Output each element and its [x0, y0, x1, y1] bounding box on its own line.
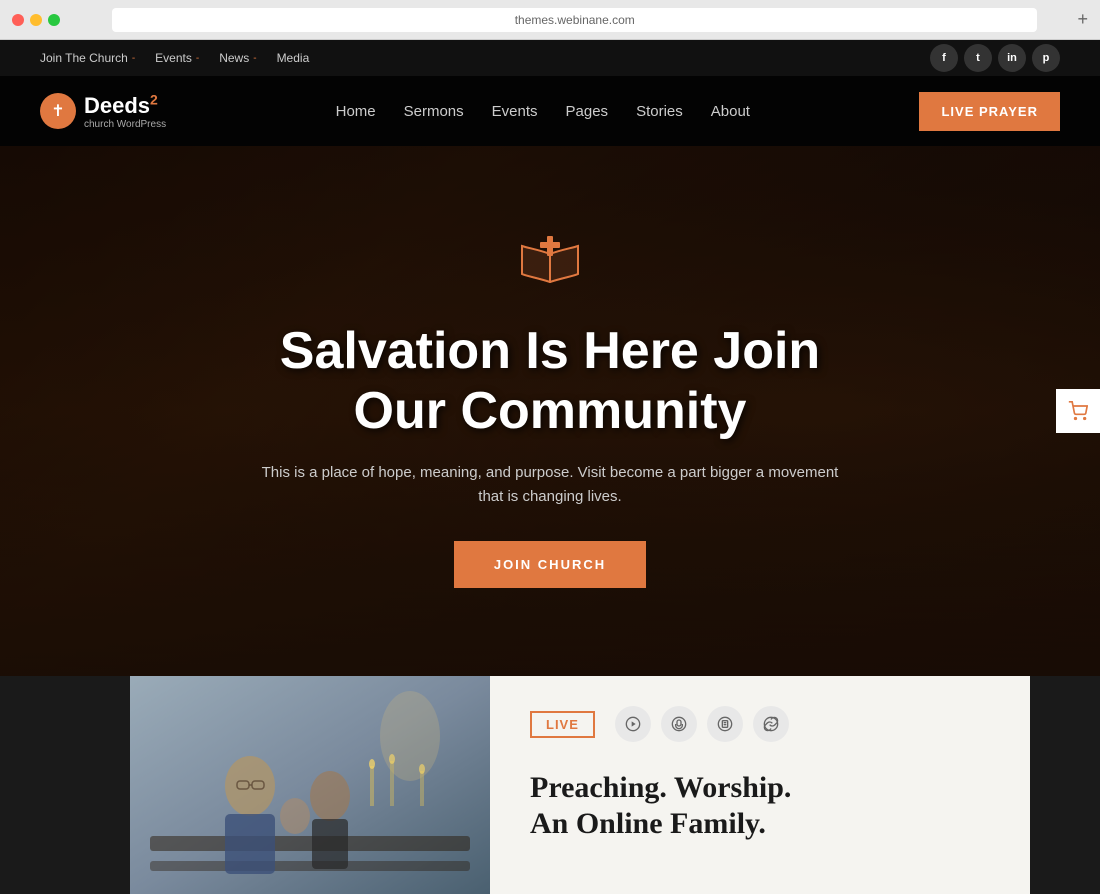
new-tab-button[interactable]: + — [1077, 9, 1088, 30]
video-icon[interactable] — [615, 706, 651, 742]
linkedin-icon[interactable]: in — [998, 44, 1026, 72]
logo-name: Deeds2 — [84, 93, 158, 118]
logo-subtitle: church WordPress — [84, 119, 166, 130]
browser-dots — [12, 14, 60, 26]
document-icon[interactable] — [707, 706, 743, 742]
pinterest-icon[interactable]: p — [1032, 44, 1060, 72]
audio-icon[interactable] — [661, 706, 697, 742]
top-bar-nav: Join The Church - Events - News - Media — [40, 51, 309, 65]
cart-button[interactable] — [1056, 389, 1100, 433]
browser-chrome: themes.webinane.com + — [0, 0, 1100, 40]
bible-cross-icon — [250, 234, 850, 306]
logo[interactable]: ✝ Deeds2 church WordPress — [40, 92, 166, 130]
bottom-content: LIVE — [490, 676, 1030, 894]
bottom-image — [130, 676, 490, 894]
content-top-row: LIVE — [530, 706, 990, 762]
hero-section: Salvation Is Here Join Our Community Thi… — [0, 146, 1100, 676]
nav-about[interactable]: About — [711, 103, 750, 120]
nav-stories[interactable]: Stories — [636, 103, 683, 120]
nav-sermons[interactable]: Sermons — [404, 103, 464, 120]
main-nav: Home Sermons Events Pages Stories About — [336, 103, 750, 120]
hero-content: Salvation Is Here Join Our Community Thi… — [250, 234, 850, 589]
link-icon[interactable] — [753, 706, 789, 742]
maximize-dot[interactable] — [48, 14, 60, 26]
facebook-icon[interactable]: f — [930, 44, 958, 72]
logo-text: Deeds2 church WordPress — [84, 92, 166, 130]
topbar-events[interactable]: Events - — [155, 51, 199, 65]
minimize-dot[interactable] — [30, 14, 42, 26]
separator-1: - — [132, 53, 135, 64]
nav-events[interactable]: Events — [492, 103, 538, 120]
media-icons — [615, 706, 789, 742]
twitter-icon[interactable]: t — [964, 44, 992, 72]
topbar-join[interactable]: Join The Church - — [40, 51, 135, 65]
website: Join The Church - Events - News - Media … — [0, 40, 1100, 894]
nav-home[interactable]: Home — [336, 103, 376, 120]
bottom-section: LIVE — [130, 676, 1030, 894]
hero-title: Salvation Is Here Join Our Community — [250, 322, 850, 442]
separator-2: - — [196, 53, 199, 64]
url-text: themes.webinane.com — [515, 13, 635, 27]
live-badge: LIVE — [530, 711, 595, 738]
topbar-media[interactable]: Media — [277, 51, 310, 65]
join-church-button[interactable]: JOIN CHURCH — [454, 541, 646, 588]
nav-pages[interactable]: Pages — [566, 103, 609, 120]
separator-3: - — [253, 53, 256, 64]
bottom-title: Preaching. Worship.An Online Family. — [530, 770, 990, 842]
top-bar: Join The Church - Events - News - Media … — [0, 40, 1100, 76]
url-bar[interactable]: themes.webinane.com — [112, 8, 1037, 32]
live-prayer-button[interactable]: LIVE PRAYER — [919, 92, 1060, 131]
topbar-news[interactable]: News - — [219, 51, 256, 65]
hero-subtitle: This is a place of hope, meaning, and pu… — [250, 461, 850, 509]
social-icons: f t in p — [930, 44, 1060, 72]
close-dot[interactable] — [12, 14, 24, 26]
logo-icon: ✝ — [40, 93, 76, 129]
header: ✝ Deeds2 church WordPress Home Sermons E… — [0, 76, 1100, 146]
